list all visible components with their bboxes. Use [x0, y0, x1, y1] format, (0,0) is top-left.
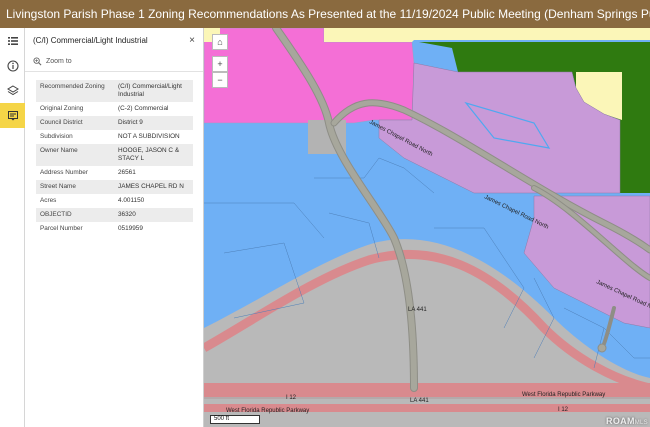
map-view[interactable]: James Chapel Road North James Chapel Roa… — [204, 28, 650, 427]
attribute-value: JAMES CHAPEL RD N — [114, 180, 193, 194]
attribution-suffix: MLS — [634, 420, 648, 426]
attribute-value: District 9 — [114, 116, 193, 130]
feature-popup-panel: (C/I) Commercial/Light Industrial × Zoom… — [25, 28, 204, 427]
zoom-to-button[interactable]: Zoom to — [25, 52, 203, 72]
tool-rail — [0, 28, 25, 427]
attribute-value: NOT A SUBDIVISION — [118, 133, 180, 140]
zoom-to-label: Zoom to — [46, 58, 72, 65]
scale-label: 500 ft — [214, 416, 230, 422]
attribution-text: ROAM — [606, 416, 635, 426]
attribute-key: Street Name — [36, 180, 114, 194]
home-button[interactable]: ⌂ — [212, 34, 228, 50]
attribute-value: 36320 — [114, 208, 193, 222]
attribute-row: Street Name JAMES CHAPEL RD N — [36, 180, 193, 194]
label-la441-lower: LA 441 — [410, 398, 429, 404]
attribute-key: Recommended Zoning — [36, 80, 114, 102]
map-canvas[interactable]: James Chapel Road North James Chapel Roa… — [204, 28, 650, 427]
list-icon[interactable] — [0, 28, 25, 53]
attribute-row: Recommended Zoning (C/I) Commercial/Light… — [36, 80, 193, 102]
attribute-key: Original Zoning — [40, 105, 84, 112]
attribute-value: 0519959 — [118, 225, 143, 232]
close-icon[interactable]: × — [189, 35, 195, 46]
zoom-in-button[interactable]: + — [212, 56, 228, 72]
label-wfrp-upper: West Florida Republic Parkway — [522, 392, 605, 398]
attribute-value: 4.001150 — [118, 197, 145, 204]
scale-bar: 500 ft — [210, 415, 260, 424]
attribute-value: 26561 — [118, 169, 136, 176]
plus-icon: + — [217, 59, 223, 69]
label-i12-left: I 12 — [286, 395, 297, 401]
attribute-row: Acres 4.001150 — [36, 194, 193, 208]
label-la441-upper: LA 441 — [408, 307, 427, 313]
attribute-row: Parcel Number 0519959 — [36, 222, 193, 236]
attribute-key: Parcel Number — [40, 225, 83, 232]
attribute-row: Council District District 9 — [36, 116, 193, 130]
label-i12-right: I 12 — [558, 407, 569, 413]
layers-icon[interactable] — [0, 78, 25, 103]
home-icon: ⌂ — [217, 37, 223, 47]
attribute-key: Address Number — [40, 169, 88, 176]
attribute-key: Acres — [40, 197, 57, 204]
popup-header: (C/I) Commercial/Light Industrial × — [25, 28, 203, 52]
label-wfrp-lower: West Florida Republic Parkway — [226, 408, 309, 414]
attribute-key: Owner Name — [36, 144, 114, 166]
attribute-row: Original Zoning (C-2) Commercial — [36, 102, 193, 116]
attribute-row: Owner Name HOOGE, JASON C & STACY L — [36, 144, 193, 166]
attribution-logo: ROAMMLS — [606, 416, 648, 426]
attribute-row: Address Number 26561 — [36, 166, 193, 180]
attribute-row: Subdivision NOT A SUBDIVISION — [36, 130, 193, 144]
info-icon[interactable] — [0, 53, 25, 78]
popup-title: (C/I) Commercial/Light Industrial — [33, 35, 148, 45]
zoom-to-icon — [33, 57, 42, 66]
popup-icon[interactable] — [0, 103, 25, 128]
zoom-out-button[interactable]: − — [212, 72, 228, 88]
attribute-value: HOOGE, JASON C & STACY L — [114, 144, 193, 166]
minus-icon: − — [217, 75, 223, 85]
yellow-zone-north[interactable] — [324, 28, 650, 42]
app-title: Livingston Parish Phase 1 Zoning Recomme… — [6, 7, 650, 21]
attribute-key: Subdivision — [40, 133, 73, 140]
attribute-key: OBJECTID — [36, 208, 114, 222]
attribute-table: Recommended Zoning (C/I) Commercial/Light… — [36, 80, 193, 236]
attribute-value: (C-2) Commercial — [118, 105, 169, 112]
attribute-value: (C/I) Commercial/Light Industrial — [114, 80, 193, 102]
attribute-key: Council District — [36, 116, 114, 130]
app-header: Livingston Parish Phase 1 Zoning Recomme… — [0, 0, 650, 28]
attribute-row: OBJECTID 36320 — [36, 208, 193, 222]
